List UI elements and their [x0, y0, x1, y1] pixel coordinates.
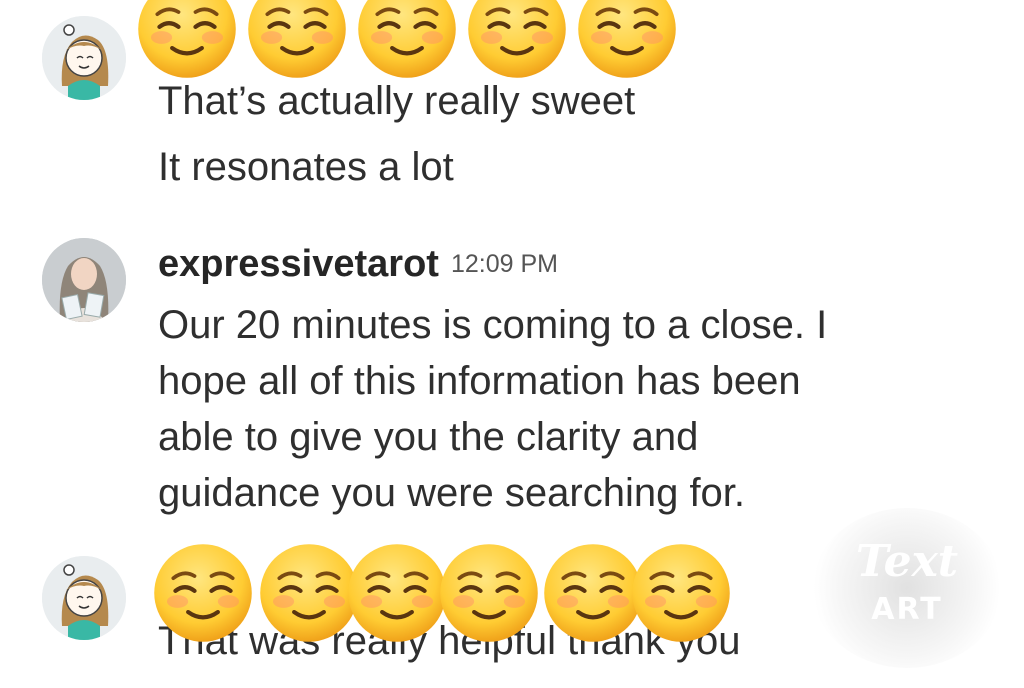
- text-art-watermark: Text ART: [812, 508, 1002, 668]
- message-text: That’s actually really sweet: [158, 79, 636, 123]
- user-photo-avatar-icon[interactable]: [42, 238, 126, 322]
- smiling-face-emoji-icon: [344, 540, 450, 646]
- smiling-face-emoji-icon: [134, 0, 240, 82]
- message-text: It resonates a lot: [158, 145, 454, 189]
- watermark-line2: ART: [871, 592, 943, 627]
- message-text: guidance you were searching for.: [158, 471, 746, 515]
- message-timestamp: 12:09 PM: [450, 250, 558, 278]
- smiling-face-emoji-icon: [464, 0, 570, 82]
- watermark-line1: Text: [855, 536, 959, 587]
- chat-thread: s That’s actually really sweet It resona…: [0, 0, 1024, 688]
- cartoon-girl-avatar-icon[interactable]: [42, 556, 126, 640]
- author-name[interactable]: expressivetarot: [158, 243, 439, 285]
- cartoon-girl-avatar-icon[interactable]: [42, 16, 126, 100]
- smiling-face-emoji-icon: [628, 540, 734, 646]
- message-text: Our 20 minutes is coming to a close. I: [158, 303, 828, 347]
- message-text: hope all of this information has been: [158, 359, 801, 403]
- smiling-face-emoji-icon: [574, 0, 680, 82]
- message-text: able to give you the clarity and: [158, 415, 699, 459]
- smiling-face-emoji-icon: [150, 540, 256, 646]
- smiling-face-emoji-icon: [244, 0, 350, 82]
- message-author[interactable]: expressivetarot 12:09 PM: [158, 240, 558, 288]
- smiling-face-emoji-icon: [354, 0, 460, 82]
- smiling-face-emoji-icon: [436, 540, 542, 646]
